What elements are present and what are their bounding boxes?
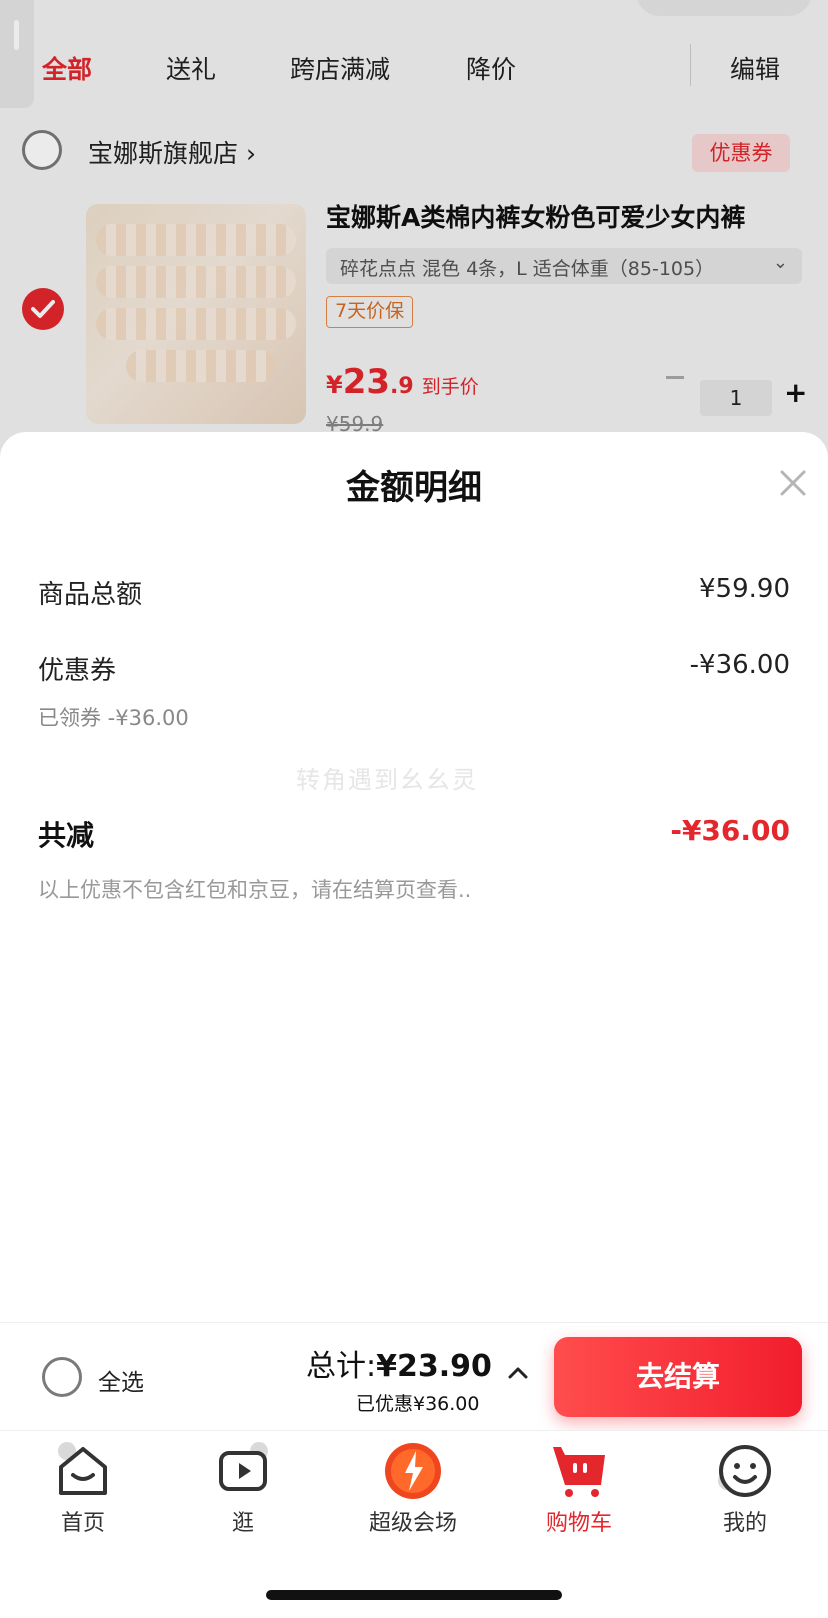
cart-page-background: 全部 送礼 跨店满减 降价 编辑 宝娜斯旗舰店 › 优惠券 宝娜斯A类棉内裤女粉… — [0, 0, 828, 460]
home-indicator — [266, 1590, 562, 1600]
tabbar-item-cart[interactable]: 购物车 — [496, 1441, 662, 1537]
tabbar-item-super-venue[interactable]: 超级会场 — [330, 1441, 496, 1537]
home-icon — [58, 1442, 107, 1495]
close-icon[interactable] — [778, 468, 808, 498]
total-price: 总计:¥23.90 — [306, 1349, 492, 1384]
sheet-title: 金额明细 — [346, 468, 482, 508]
discount-note: 以上优惠不包含红包和京豆，请在结算页查看.. — [38, 878, 472, 902]
tabbar-item-home[interactable]: 首页 — [0, 1441, 166, 1537]
cart-icon — [553, 1447, 605, 1497]
profile-icon — [718, 1445, 771, 1497]
coupon-label: 优惠券 — [38, 656, 117, 686]
super-venue-icon — [385, 1443, 441, 1499]
coupon-claimed-note: 已领券 -¥36.00 — [38, 706, 189, 730]
tabbar-item-profile[interactable]: 我的 — [662, 1441, 828, 1537]
select-all-radio[interactable] — [42, 1357, 82, 1397]
bottom-tab-bar: 首页 逛 超级会场 购物车 我的 — [0, 1430, 828, 1550]
modal-overlay[interactable] — [0, 0, 828, 460]
video-icon — [219, 1442, 268, 1491]
checkout-button[interactable]: 去结算 — [554, 1337, 802, 1417]
goods-total-value: ¥59.90 — [699, 574, 790, 604]
coupon-value: -¥36.00 — [689, 650, 790, 680]
amount-detail-sheet: 金额明细 商品总额 ¥59.90 优惠券 -¥36.00 已领券 -¥36.00… — [0, 432, 828, 1322]
tabbar-item-browse[interactable]: 逛 — [160, 1441, 326, 1537]
total-discount-value: -¥36.00 — [670, 814, 790, 847]
checkout-bar: 全选 总计:¥23.90 已优惠¥36.00 去结算 — [0, 1322, 828, 1430]
chevron-up-icon[interactable] — [506, 1361, 530, 1385]
watermark: 转角遇到幺幺灵 — [296, 766, 478, 794]
goods-total-label: 商品总额 — [38, 580, 143, 610]
select-all-label[interactable]: 全选 — [98, 1363, 144, 1397]
saved-amount: 已优惠¥36.00 — [356, 1393, 480, 1415]
total-discount-label: 共减 — [38, 819, 95, 852]
